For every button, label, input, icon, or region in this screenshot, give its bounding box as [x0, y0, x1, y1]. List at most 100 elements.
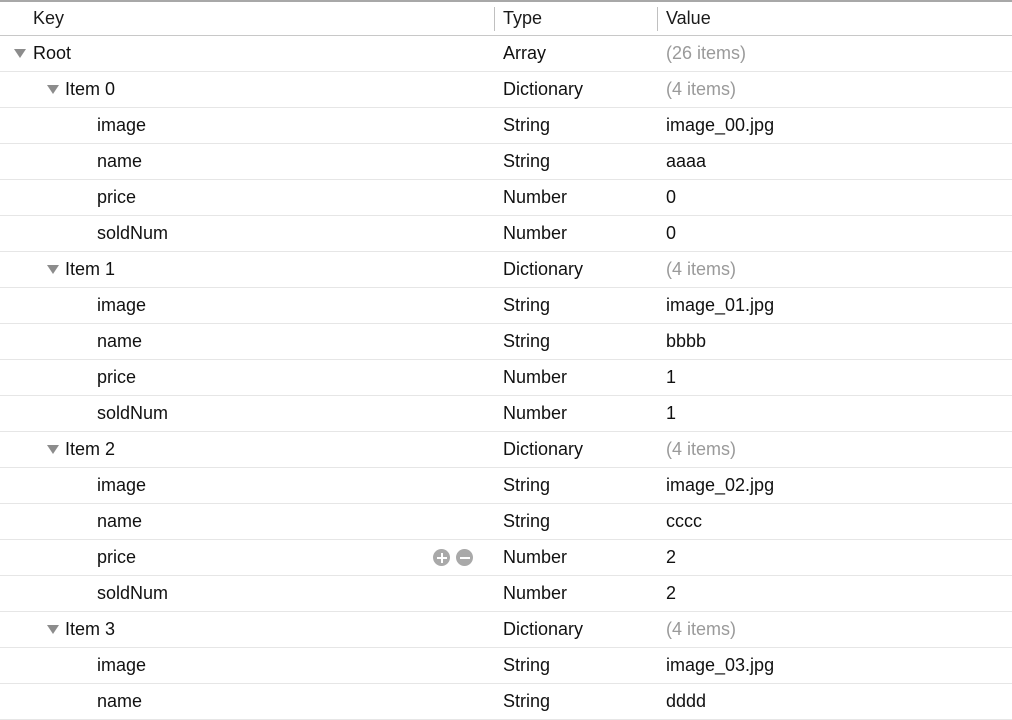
cell-type[interactable]: String: [503, 504, 653, 539]
cell-key[interactable]: image: [0, 648, 490, 683]
column-divider-type[interactable]: [494, 7, 495, 31]
cell-value[interactable]: 2: [666, 576, 1006, 611]
remove-circle-icon[interactable]: [456, 549, 473, 566]
cell-value[interactable]: 2: [666, 540, 1006, 575]
cell-key[interactable]: soldNum: [0, 576, 490, 611]
cell-key[interactable]: price: [0, 540, 490, 575]
cell-value[interactable]: bbbb: [666, 324, 1006, 359]
cell-key[interactable]: name: [0, 324, 490, 359]
cell-value[interactable]: (4 items): [666, 612, 1006, 647]
cell-value[interactable]: image_03.jpg: [666, 648, 1006, 683]
triangle-down-icon[interactable]: [47, 445, 59, 454]
table-row[interactable]: Item 2 Dictionary (4 items): [0, 432, 1012, 468]
table-row[interactable]: name String cccc: [0, 504, 1012, 540]
cell-value[interactable]: dddd: [666, 684, 1006, 719]
table-row[interactable]: soldNum Number 0: [0, 216, 1012, 252]
cell-value[interactable]: image_02.jpg: [666, 468, 1006, 503]
cell-type[interactable]: String: [503, 648, 653, 683]
property-list-editor: Key Type Value Root Array (26 items) Item 0…: [0, 0, 1012, 720]
cell-type[interactable]: Number: [503, 396, 653, 431]
triangle-down-icon[interactable]: [14, 49, 26, 58]
key-label: image: [97, 295, 147, 315]
table-row[interactable]: image String image_02.jpg: [0, 468, 1012, 504]
table-row[interactable]: Item 3 Dictionary (4 items): [0, 612, 1012, 648]
table-row[interactable]: soldNum Number 1: [0, 396, 1012, 432]
table-row[interactable]: name String bbbb: [0, 324, 1012, 360]
cell-type[interactable]: Number: [503, 180, 653, 215]
cell-type[interactable]: String: [503, 108, 653, 143]
add-circle-icon[interactable]: [433, 549, 450, 566]
cell-key[interactable]: name: [0, 144, 490, 179]
cell-value[interactable]: 1: [666, 360, 1006, 395]
cell-key[interactable]: soldNum: [0, 396, 490, 431]
table-row[interactable]: soldNum Number 2: [0, 576, 1012, 612]
cell-key[interactable]: Item 0: [0, 72, 490, 107]
cell-type[interactable]: Dictionary: [503, 612, 653, 647]
cell-type[interactable]: Dictionary: [503, 252, 653, 287]
key-label: Item 2: [65, 439, 116, 459]
table-row[interactable]: image String image_00.jpg: [0, 108, 1012, 144]
cell-key[interactable]: name: [0, 504, 490, 539]
cell-key[interactable]: name: [0, 684, 490, 719]
cell-value[interactable]: aaaa: [666, 144, 1006, 179]
table-row[interactable]: Item 0 Dictionary (4 items): [0, 72, 1012, 108]
cell-value[interactable]: 0: [666, 216, 1006, 251]
cell-value[interactable]: image_01.jpg: [666, 288, 1006, 323]
cell-key[interactable]: image: [0, 288, 490, 323]
cell-key[interactable]: price: [0, 360, 490, 395]
cell-value[interactable]: (26 items): [666, 36, 1006, 71]
column-header-type[interactable]: Type: [503, 2, 542, 35]
cell-value[interactable]: 1: [666, 396, 1006, 431]
key-label: Root: [33, 43, 72, 63]
cell-type[interactable]: Dictionary: [503, 432, 653, 467]
cell-value[interactable]: (4 items): [666, 72, 1006, 107]
cell-type[interactable]: Number: [503, 360, 653, 395]
column-divider-value[interactable]: [657, 7, 658, 31]
cell-key[interactable]: image: [0, 108, 490, 143]
table-row[interactable]: Root Array (26 items): [0, 36, 1012, 72]
triangle-down-icon[interactable]: [47, 85, 59, 94]
table-row[interactable]: name String dddd: [0, 684, 1012, 720]
cell-type[interactable]: Number: [503, 216, 653, 251]
cell-key[interactable]: Item 1: [0, 252, 490, 287]
minus-horizontal-bar: [459, 556, 470, 559]
cell-key[interactable]: image: [0, 468, 490, 503]
cell-value[interactable]: image_00.jpg: [666, 108, 1006, 143]
table-row[interactable]: name String aaaa: [0, 144, 1012, 180]
table-row[interactable]: price Number 2: [0, 540, 1012, 576]
column-header-key[interactable]: Key: [33, 2, 64, 35]
cell-type[interactable]: Dictionary: [503, 72, 653, 107]
triangle-down-icon[interactable]: [47, 625, 59, 634]
column-header-value[interactable]: Value: [666, 2, 711, 35]
triangle-down-icon[interactable]: [47, 265, 59, 274]
key-label: image: [97, 655, 147, 675]
cell-key[interactable]: price: [0, 180, 490, 215]
table-row[interactable]: price Number 1: [0, 360, 1012, 396]
cell-type[interactable]: String: [503, 468, 653, 503]
table-header: Key Type Value: [0, 0, 1012, 36]
cell-value[interactable]: (4 items): [666, 432, 1006, 467]
cell-key[interactable]: Item 3: [0, 612, 490, 647]
cell-type[interactable]: String: [503, 684, 653, 719]
cell-type[interactable]: Number: [503, 576, 653, 611]
cell-key[interactable]: Item 2: [0, 432, 490, 467]
plus-vertical-bar: [440, 552, 443, 563]
key-label: soldNum: [97, 403, 169, 423]
cell-key[interactable]: Root: [0, 36, 490, 71]
cell-type[interactable]: String: [503, 144, 653, 179]
cell-type[interactable]: Number: [503, 540, 653, 575]
property-list-rows: Root Array (26 items) Item 0 Dictionary (4 it…: [0, 36, 1012, 720]
key-label: price: [97, 187, 137, 207]
table-row[interactable]: price Number 0: [0, 180, 1012, 216]
row-stepper-controls: [433, 549, 491, 567]
cell-value[interactable]: 0: [666, 180, 1006, 215]
cell-type[interactable]: String: [503, 324, 653, 359]
table-row[interactable]: Item 1 Dictionary (4 items): [0, 252, 1012, 288]
cell-type[interactable]: Array: [503, 36, 653, 71]
table-row[interactable]: image String image_03.jpg: [0, 648, 1012, 684]
cell-key[interactable]: soldNum: [0, 216, 490, 251]
cell-type[interactable]: String: [503, 288, 653, 323]
cell-value[interactable]: (4 items): [666, 252, 1006, 287]
table-row[interactable]: image String image_01.jpg: [0, 288, 1012, 324]
cell-value[interactable]: cccc: [666, 504, 1006, 539]
